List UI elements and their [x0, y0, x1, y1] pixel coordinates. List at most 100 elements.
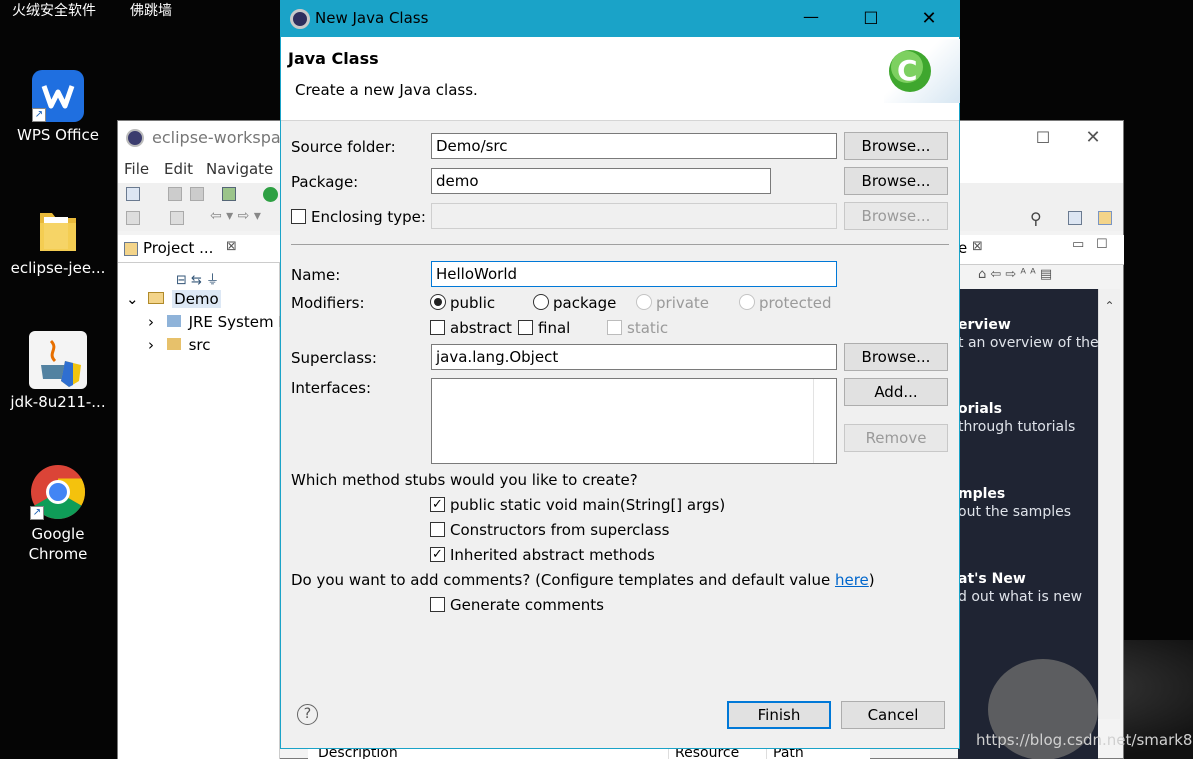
package-input[interactable]: demo	[431, 168, 771, 194]
enclosing-type-label: Enclosing type:	[311, 208, 426, 226]
new-java-class-dialog: New Java Class — ☐ ✕ Java Class Create a…	[280, 0, 960, 749]
project-folder-icon	[148, 292, 165, 304]
generate-comments-label: Generate comments	[450, 596, 604, 614]
package-browse-button[interactable]: Browse...	[844, 167, 948, 195]
welcome-tab[interactable]: e ⊠ ▭ ☐	[958, 235, 1124, 265]
help-icon[interactable]: ?	[297, 704, 318, 725]
modifier-private-radio[interactable]	[636, 294, 652, 310]
modifier-protected-label: protected	[759, 294, 832, 312]
interfaces-remove-button[interactable]: Remove	[844, 424, 948, 452]
source-folder-icon	[166, 338, 181, 350]
welcome-nav-icons[interactable]: ⌂ ⇦ ⇨ ᴬ ᴬ ▤	[978, 267, 1052, 282]
interfaces-list[interactable]	[431, 378, 837, 464]
desktop-icon-eclipse-folder[interactable]: eclipse-jee...	[8, 203, 108, 277]
welcome-samples-title[interactable]: mples	[958, 486, 1005, 502]
modifier-package-radio[interactable]	[533, 294, 549, 310]
welcome-scrollbar[interactable]: ⌃	[1098, 289, 1120, 719]
menu-navigate[interactable]: Navigate	[206, 160, 273, 178]
stub-constructors-checkbox[interactable]	[430, 522, 445, 537]
class-name-input[interactable]: HelloWorld	[431, 261, 837, 287]
welcome-overview-title[interactable]: erview	[958, 317, 1011, 333]
desktop-icon-chrome[interactable]: ↗ Google Chrome	[8, 464, 108, 564]
save-icon[interactable]	[168, 187, 182, 201]
close-tab-icon[interactable]: ⊠	[972, 239, 983, 254]
comments-question-text: Do you want to add comments? (Configure …	[291, 571, 835, 589]
minimize-icon[interactable]: —	[791, 1, 831, 37]
modifier-abstract-checkbox[interactable]	[430, 320, 445, 335]
scroll-up-icon[interactable]: ⌃	[1099, 299, 1120, 313]
desktop-item-huorong[interactable]: 火绒安全软件	[12, 0, 96, 20]
modifier-protected-radio[interactable]	[739, 294, 755, 310]
welcome-tutorials-title[interactable]: orials	[958, 401, 1002, 417]
shortcut-arrow-icon: ↗	[32, 108, 46, 122]
source-folder-browse-button[interactable]: Browse...	[844, 132, 948, 160]
close-tab-icon[interactable]: ⊠	[226, 239, 237, 254]
expanded-chevron-icon[interactable]: ⌄	[126, 290, 139, 308]
dialog-header: Java Class Create a new Java class. C	[281, 37, 960, 121]
modifier-final-label: final	[538, 319, 571, 337]
search-icon[interactable]: ⚲	[1030, 209, 1042, 228]
tree-item-src[interactable]: › src	[148, 334, 210, 356]
interfaces-label: Interfaces:	[291, 379, 372, 397]
tree-item-demo[interactable]: ⌄ Demo	[126, 288, 221, 310]
stub-main-checkbox[interactable]: ✓	[430, 497, 445, 512]
tree-label: Demo	[172, 290, 221, 308]
java-perspective-icon[interactable]	[1098, 211, 1112, 225]
eclipse-title: eclipse-workspace	[152, 128, 300, 147]
close-icon[interactable]: ✕	[1078, 121, 1108, 155]
modifier-private-label: private	[656, 294, 710, 312]
modifier-static-checkbox[interactable]	[607, 320, 622, 335]
wizard-banner: C	[884, 39, 960, 103]
minimize-view-icon[interactable]: ▭	[1072, 237, 1084, 252]
stub-constructors-label: Constructors from superclass	[450, 521, 670, 539]
next-annotation-icon[interactable]	[126, 211, 140, 225]
enclosing-type-input[interactable]	[431, 203, 837, 229]
enclosing-type-browse-button[interactable]: Browse...	[844, 202, 948, 230]
run-icon[interactable]	[263, 187, 278, 202]
collapsed-chevron-icon[interactable]: ›	[148, 336, 154, 354]
debug-icon[interactable]	[222, 187, 236, 201]
collapse-all-icon[interactable]: ⊟ ⇆ ⏚	[176, 269, 219, 288]
desktop-icon-jdk[interactable]: jdk-8u211-...	[8, 331, 108, 411]
source-folder-input[interactable]: Demo/src	[431, 133, 837, 159]
maximize-icon[interactable]: ☐	[1028, 121, 1058, 155]
superclass-browse-button[interactable]: Browse...	[844, 343, 948, 371]
modifier-public-radio[interactable]	[430, 294, 446, 310]
maximize-view-icon[interactable]: ☐	[1096, 237, 1108, 252]
maximize-icon[interactable]: ☐	[851, 1, 891, 37]
cancel-button[interactable]: Cancel	[841, 701, 945, 729]
finish-button[interactable]: Finish	[727, 701, 831, 729]
project-explorer-tab[interactable]: Project ... ⊠	[118, 235, 280, 263]
configure-templates-link[interactable]: here	[835, 571, 869, 589]
welcome-content: erview t an overview of the fe orials th…	[958, 289, 1117, 759]
back-icon[interactable]: ⇦ ▾ ⇨ ▾	[210, 208, 261, 224]
modifier-static-label: static	[627, 319, 669, 337]
menu-file[interactable]: File	[124, 160, 149, 178]
enclosing-type-checkbox[interactable]	[291, 209, 306, 224]
comments-question-tail: )	[868, 571, 875, 589]
save-all-icon[interactable]	[190, 187, 204, 201]
method-stubs-question: Which method stubs would you like to cre…	[291, 471, 638, 489]
desktop-icon-wps[interactable]: ↗ WPS Office	[8, 70, 108, 144]
collapsed-chevron-icon[interactable]: ›	[148, 313, 154, 331]
tree-item-jre[interactable]: › JRE System Li	[148, 311, 291, 333]
last-edit-icon[interactable]	[170, 211, 184, 225]
superclass-label: Superclass:	[291, 349, 377, 367]
welcome-tutorials-desc: through tutorials	[958, 419, 1076, 435]
name-label: Name:	[291, 266, 341, 284]
desktop-icon-label: Google Chrome	[28, 525, 88, 563]
open-perspective-icon[interactable]	[1068, 211, 1082, 225]
stub-inherited-checkbox[interactable]: ✓	[430, 547, 445, 562]
modifier-package-label: package	[553, 294, 617, 312]
close-icon[interactable]: ✕	[909, 1, 949, 37]
generate-comments-checkbox[interactable]	[430, 597, 445, 612]
menu-edit[interactable]: Edit	[164, 160, 193, 178]
welcome-whatsnew-title[interactable]: at's New	[958, 571, 1026, 587]
new-icon[interactable]	[126, 187, 140, 201]
modifier-final-checkbox[interactable]	[518, 320, 533, 335]
superclass-input[interactable]: java.lang.Object	[431, 344, 837, 370]
desktop-item-fotiaoqiang[interactable]: 佛跳墙	[130, 0, 172, 20]
interfaces-add-button[interactable]: Add...	[844, 378, 948, 406]
tree-label: JRE System Li	[188, 313, 291, 331]
modifiers-label: Modifiers:	[291, 294, 365, 312]
